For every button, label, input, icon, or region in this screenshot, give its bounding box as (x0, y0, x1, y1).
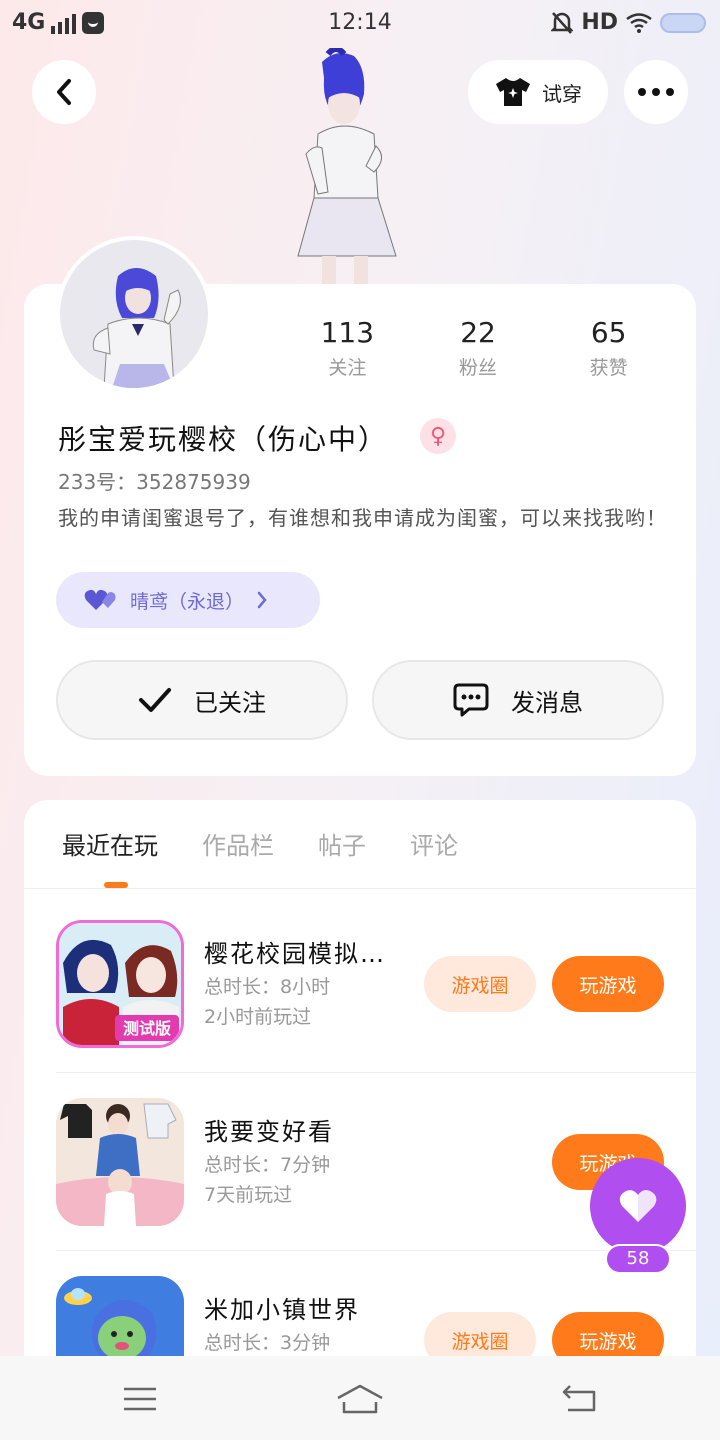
wifi-icon (626, 12, 652, 33)
stat-label: 粉丝 (459, 357, 498, 379)
play-game-button[interactable]: 玩游戏 (552, 956, 664, 1012)
back-button[interactable] (32, 60, 96, 124)
game-row[interactable]: 测试版 樱花校园模拟… 总时长：8小时 2小时前玩过 游戏圈 玩游戏 (56, 920, 696, 1070)
recent-games-card: 最近在玩 作品栏 帖子 评论 测试版 樱花校园模拟… 总时长：8小时 2小时前玩… (24, 800, 696, 1420)
game-duration: 总时长：3分钟 (204, 1332, 331, 1354)
tab-recently-played[interactable]: 最近在玩 (62, 826, 158, 861)
status-bar: 4G 12:14 HD (0, 0, 720, 48)
more-button[interactable] (624, 60, 688, 124)
bio: 我的申请闺蜜退号了，有谁想和我申请成为闺蜜，可以来找我哟！ (58, 506, 667, 530)
game-last-played: 7天前玩过 (204, 1184, 293, 1206)
nickname: 彤宝爱玩樱校（伤心中） (58, 423, 389, 456)
bestie-label: 晴鸢（永退） (130, 590, 245, 613)
battery-icon (660, 12, 706, 33)
tshirt-icon (496, 78, 530, 106)
row-divider (56, 1072, 696, 1073)
bell-off-icon (551, 11, 574, 34)
tab-comments[interactable]: 评论 (410, 826, 458, 861)
character-figure (297, 48, 397, 288)
hd-label: HD (581, 10, 618, 35)
stat-likes[interactable]: 65 获赞 (543, 316, 674, 380)
chevron-right-icon (257, 591, 267, 609)
stat-value: 22 (460, 316, 496, 349)
like-button[interactable] (590, 1158, 686, 1254)
game-title: 我要变好看 (204, 1118, 334, 1146)
chat-bubble-icon (453, 683, 489, 717)
game-icon[interactable]: 测试版 (56, 920, 184, 1048)
checkmark-icon (139, 688, 171, 712)
female-gender-icon: ♀ (420, 418, 456, 454)
game-duration: 总时长：8小时 (204, 976, 331, 998)
stat-label: 关注 (328, 357, 367, 379)
sakura-school-art: 测试版 (59, 923, 181, 1045)
game-title: 樱花校园模拟… (204, 940, 386, 968)
back-nav-icon[interactable] (560, 1382, 598, 1414)
like-count: 58 (605, 1244, 671, 1274)
followed-button[interactable]: 已关注 (56, 660, 348, 740)
status-right: HD (551, 10, 706, 35)
chevron-left-icon (57, 79, 71, 105)
stat-value: 113 (320, 316, 375, 349)
game-icon[interactable] (56, 1098, 184, 1226)
stat-followers[interactable]: 22 粉丝 (413, 316, 544, 380)
profile-stats: 113 关注 22 粉丝 65 获赞 (282, 316, 674, 380)
followed-label: 已关注 (194, 688, 266, 717)
stat-value: 65 (590, 316, 627, 349)
test-version-badge: 测试版 (123, 1019, 171, 1038)
game-last-played: 2小时前玩过 (204, 1006, 312, 1028)
tabs-divider (24, 888, 696, 889)
tab-works[interactable]: 作品栏 (202, 826, 274, 861)
double-heart-icon (84, 589, 116, 610)
try-on-label: 试穿 (542, 81, 582, 106)
system-nav-bar (0, 1356, 720, 1440)
user-id: 233号：352875939 (58, 470, 251, 494)
game-circle-button[interactable]: 游戏圈 (424, 956, 536, 1012)
home-icon[interactable] (336, 1382, 384, 1416)
row-divider (56, 1250, 696, 1251)
avatar-image (92, 268, 181, 388)
avatar[interactable] (56, 236, 212, 392)
menu-icon[interactable] (122, 1386, 158, 1412)
game-duration: 总时长：7分钟 (204, 1154, 331, 1176)
stat-following[interactable]: 113 关注 (282, 316, 413, 380)
send-message-button[interactable]: 发消息 (372, 660, 664, 740)
stat-label: 获赞 (589, 357, 628, 379)
tab-posts[interactable]: 帖子 (318, 826, 366, 861)
bestie-chip[interactable]: 晴鸢（永退） (56, 572, 320, 628)
more-dots-icon (638, 88, 674, 96)
heart-icon (619, 1190, 657, 1222)
try-on-button[interactable]: 试穿 (468, 60, 608, 124)
profile-tabs: 最近在玩 作品栏 帖子 评论 (62, 826, 458, 861)
game-title: 米加小镇世界 (204, 1296, 360, 1324)
makeover-game-art (56, 1098, 184, 1226)
message-label: 发消息 (511, 688, 583, 717)
